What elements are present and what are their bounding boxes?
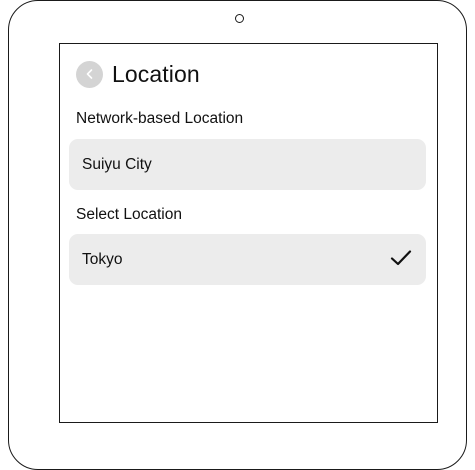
header: Location [76,58,200,90]
location-option-tokyo[interactable]: Tokyo [69,234,426,285]
tablet-frame: Location Network-based Location Suiyu Ci… [8,0,467,470]
network-location-label: Network-based Location [76,110,244,127]
location-option-label: Tokyo [82,250,123,268]
checkmark-icon [390,250,412,266]
back-button[interactable] [76,60,103,88]
screen: Location Network-based Location Suiyu Ci… [59,43,438,423]
chevron-left-icon [86,69,92,79]
network-location-row[interactable]: Suiyu City [69,139,426,190]
select-location-label: Select Location [76,206,182,223]
page-title: Location [112,60,200,87]
network-location-value: Suiyu City [82,155,152,173]
camera-icon [235,14,244,23]
